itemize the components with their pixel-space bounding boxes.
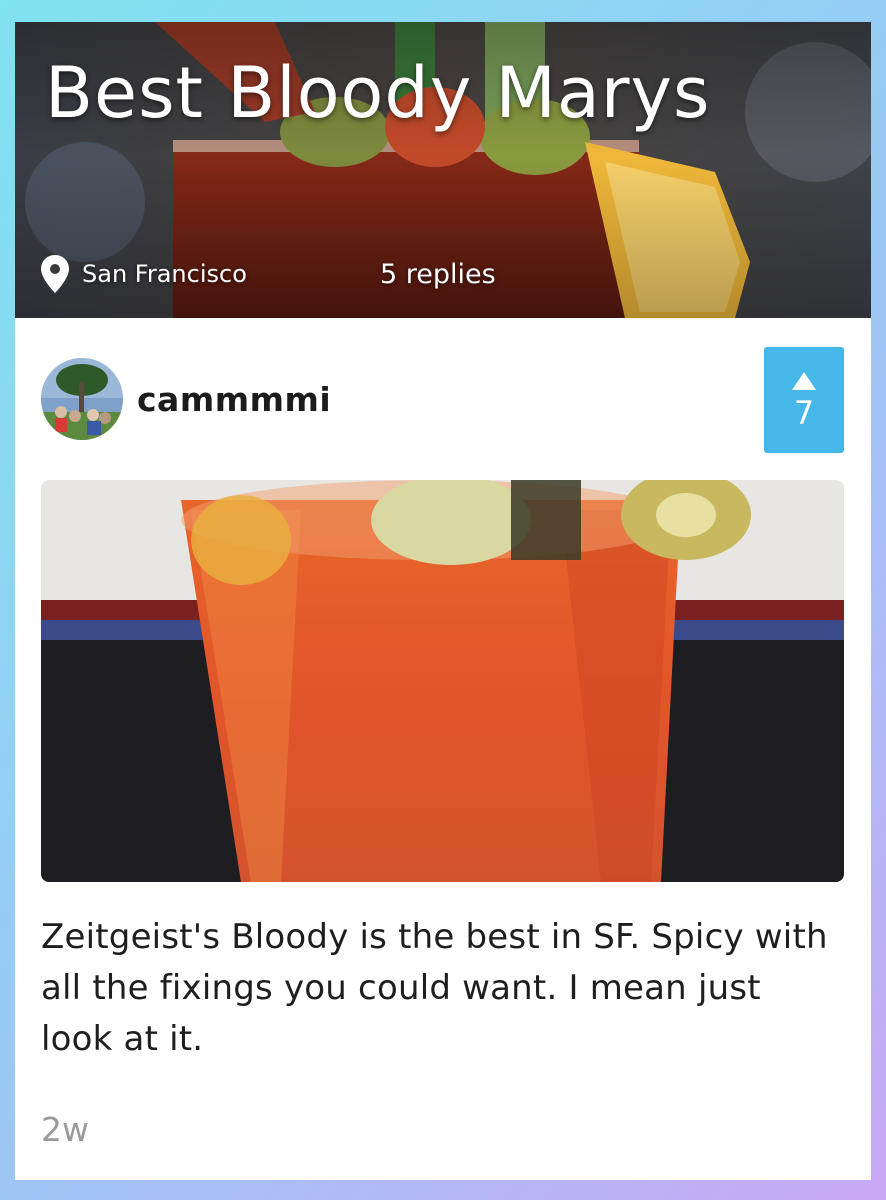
post-author[interactable]: cammmmi	[41, 358, 331, 440]
map-pin-icon	[41, 255, 69, 293]
upvote-button[interactable]: 7	[764, 347, 844, 453]
location[interactable]: San Francisco	[40, 254, 247, 294]
triangle-up-icon	[792, 372, 816, 390]
post-timestamp: 2w	[41, 1110, 89, 1149]
avatar[interactable]	[41, 358, 123, 440]
post-photo[interactable]	[41, 480, 844, 882]
replies-count[interactable]: 5 replies	[380, 254, 496, 294]
username[interactable]: cammmmi	[137, 380, 331, 419]
vote-count: 7	[793, 394, 815, 432]
post-card: Best Bloody Marys San Francisco 5 replie…	[15, 22, 871, 1180]
location-label: San Francisco	[82, 260, 247, 288]
post-body: Zeitgeist's Bloody is the best in SF. Sp…	[41, 917, 828, 1059]
thread-title: Best Bloody Marys	[45, 52, 711, 134]
thread-header[interactable]: Best Bloody Marys San Francisco 5 replie…	[15, 22, 871, 318]
